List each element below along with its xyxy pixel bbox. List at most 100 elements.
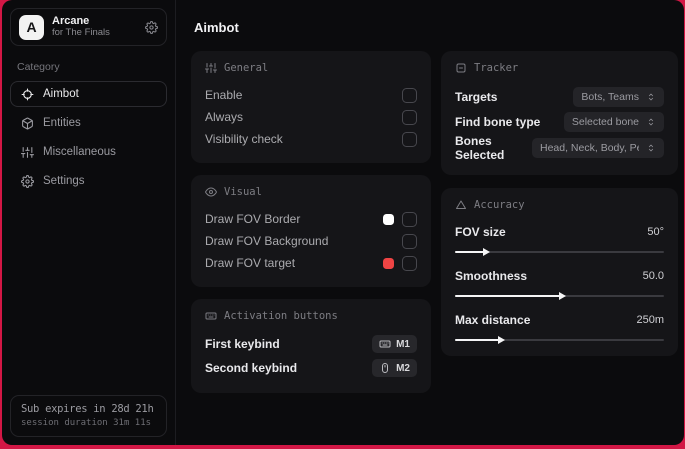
- crosshair-icon: [21, 88, 34, 100]
- setting-label: Targets: [455, 89, 498, 104]
- setting-label: Second keybind: [205, 361, 298, 375]
- setting-row: Visibility check: [205, 128, 417, 150]
- max-distance-value: 250m: [636, 314, 664, 326]
- chevron-up-down-icon: [648, 144, 654, 152]
- sliders-icon: [205, 63, 217, 73]
- setting-label: Draw FOV Border: [205, 212, 301, 226]
- subscription-box: Sub expires in 28d 21h session duration …: [10, 395, 167, 437]
- setting-label: First keybind: [205, 337, 280, 351]
- smoothness-value: 50.0: [642, 270, 664, 282]
- app-logo: A: [19, 11, 47, 40]
- setting-label: Smoothness: [455, 269, 528, 283]
- app-name: Arcane: [52, 15, 90, 28]
- keybind-value: M1: [396, 338, 410, 350]
- setting-label: Draw FOV Background: [205, 234, 329, 248]
- setting-row: Always: [205, 106, 417, 128]
- chevron-up-down-icon: [648, 93, 654, 100]
- mouse-icon: [382, 363, 389, 373]
- draw-fov-border-checkbox[interactable]: [402, 211, 417, 227]
- always-checkbox[interactable]: [402, 109, 417, 125]
- chevron-up-down-icon: [648, 118, 654, 125]
- enable-checkbox[interactable]: [402, 87, 417, 103]
- second-keybind-button[interactable]: M2: [372, 359, 417, 377]
- category-label: Category: [17, 61, 60, 73]
- general-card: General Enable Always Visibility check: [191, 51, 431, 163]
- first-keybind-button[interactable]: M1: [372, 335, 417, 353]
- select-value: Bots, Teams: [581, 90, 639, 103]
- smoothness-slider[interactable]: [455, 292, 664, 300]
- slider-row: Smoothness 50.0: [455, 265, 664, 300]
- sidebar-item-miscellaneous[interactable]: Miscellaneous: [10, 139, 167, 165]
- find-bone-type-select[interactable]: Selected bone: [563, 111, 664, 132]
- setting-row: Find bone type Selected bone: [455, 109, 664, 134]
- select-value: Head, Neck, Body, Pe...: [540, 142, 639, 154]
- visual-card: Visual Draw FOV Border Draw FOV Backgrou…: [191, 175, 431, 287]
- sub-expires-text: Sub expires in 28d 21h: [21, 403, 154, 415]
- fov-size-slider[interactable]: [455, 248, 664, 256]
- setting-label: Find bone type: [455, 114, 541, 129]
- visibility-check-checkbox[interactable]: [402, 131, 417, 147]
- slider-thumb[interactable]: [558, 292, 566, 300]
- sidebar-item-label: Miscellaneous: [43, 146, 116, 158]
- keybind-value: M2: [396, 362, 410, 374]
- setting-label: Visibility check: [205, 132, 283, 146]
- slider-thumb[interactable]: [483, 248, 491, 256]
- draw-fov-target-checkbox[interactable]: [402, 255, 417, 271]
- sidebar-item-entities[interactable]: Entities: [10, 110, 167, 136]
- brand-box: A Arcane for The Finals: [10, 8, 167, 46]
- select-value: Selected bone: [571, 115, 639, 128]
- setting-row: First keybind M1: [205, 332, 417, 356]
- slider-fill: [455, 248, 491, 256]
- session-duration-text: session duration 31m 11s: [21, 418, 152, 428]
- bones-selected-select[interactable]: Head, Neck, Body, Pe...: [532, 138, 664, 158]
- setting-row: Enable: [205, 84, 417, 106]
- sidebar-item-label: Aimbot: [43, 88, 79, 100]
- fov-target-color-swatch[interactable]: [383, 257, 394, 269]
- card-title: Visual: [224, 186, 262, 198]
- setting-label: FOV size: [455, 225, 506, 239]
- accuracy-card: Accuracy FOV size 50° Smoothness 50.0 Ma…: [441, 188, 678, 356]
- app-subtitle: for The Finals: [52, 26, 110, 38]
- setting-row: Bones Selected Head, Neck, Body, Pe...: [455, 134, 664, 162]
- box-icon: [22, 117, 33, 130]
- slider-fill: [455, 336, 505, 344]
- fov-size-value: 50°: [647, 226, 664, 238]
- setting-label: Max distance: [455, 313, 531, 327]
- frame-minus-icon: [456, 63, 466, 73]
- targets-select[interactable]: Bots, Teams: [573, 86, 664, 107]
- app-window: A Arcane for The Finals Category Aimbot …: [2, 0, 684, 445]
- sidebar-item-aimbot[interactable]: Aimbot: [10, 81, 167, 107]
- setting-row: Draw FOV Border: [205, 208, 417, 230]
- setting-row: Draw FOV target: [205, 252, 417, 274]
- page-title: Aimbot: [194, 20, 239, 35]
- gear-icon: [21, 174, 34, 188]
- slider-row: FOV size 50°: [455, 221, 664, 256]
- eye-icon: [205, 187, 217, 197]
- slider-row: Max distance 250m: [455, 309, 664, 344]
- setting-label: Bones Selected: [455, 134, 505, 162]
- sliders-icon: [21, 146, 34, 158]
- setting-row: Targets Bots, Teams: [455, 84, 664, 109]
- activation-buttons-card: Activation buttons First keybind M1 Seco…: [191, 299, 431, 393]
- max-distance-slider[interactable]: [455, 336, 664, 344]
- setting-label: Always: [205, 110, 244, 124]
- sidebar-item-settings[interactable]: Settings: [10, 168, 167, 194]
- slider-thumb[interactable]: [497, 336, 505, 344]
- slider-fill: [455, 292, 566, 300]
- sidebar: A Arcane for The Finals Category Aimbot …: [2, 0, 176, 445]
- main-content: Aimbot General Enable Always Visibility …: [176, 0, 684, 445]
- card-title: General: [224, 62, 269, 74]
- card-title: Tracker: [474, 62, 519, 74]
- setting-row: Second keybind M2: [205, 356, 417, 380]
- setting-row: Draw FOV Background: [205, 230, 417, 252]
- keyboard-icon: [205, 312, 217, 320]
- triangle-icon: [456, 200, 466, 209]
- setting-label: Enable: [205, 88, 243, 102]
- draw-fov-background-checkbox[interactable]: [402, 233, 417, 249]
- keyboard-icon: [379, 340, 391, 348]
- setting-label: Draw FOV target: [205, 256, 296, 270]
- gear-icon[interactable]: [145, 20, 158, 34]
- card-title: Activation buttons: [224, 310, 338, 322]
- card-title: Accuracy: [474, 199, 525, 211]
- fov-border-color-swatch[interactable]: [383, 213, 394, 225]
